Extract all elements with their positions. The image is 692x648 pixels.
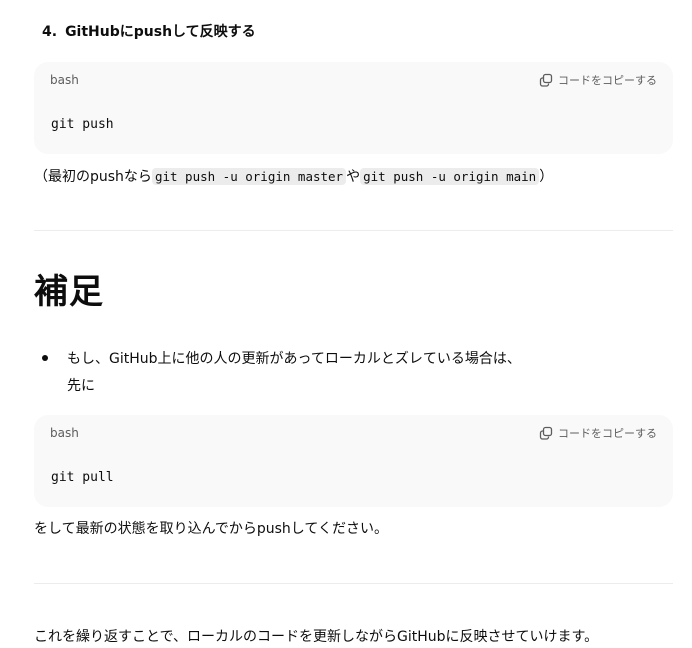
- closing-paragraph: これを繰り返すことで、ローカルのコードを更新しながらGitHubに反映させていけ…: [34, 629, 599, 645]
- after-code-paragraph: をして最新の状態を取り込んでからpushしてください。: [34, 521, 388, 537]
- code-language-label: bash: [50, 426, 79, 440]
- divider: [34, 230, 673, 231]
- section-heading: 補足: [34, 272, 104, 312]
- code-text: git pull: [51, 470, 114, 485]
- copy-code-button[interactable]: コードをコピーする: [539, 424, 657, 442]
- note-close-text: ）: [539, 169, 554, 185]
- copy-icon: [539, 426, 553, 440]
- inline-code-main: git push -u origin main: [360, 168, 540, 185]
- bullet-line-2: 先に: [67, 378, 95, 394]
- code-language-label: bash: [50, 73, 79, 87]
- code-block-push: bash コードをコピーする git push: [34, 62, 673, 154]
- note-open-text: （最初のpushなら: [34, 169, 152, 185]
- note-mid-text: や: [346, 169, 361, 185]
- copy-code-button[interactable]: コードをコピーする: [539, 71, 657, 89]
- divider: [34, 583, 673, 584]
- step-heading: 4. GitHubにpushして反映する: [42, 21, 256, 43]
- copy-code-label: コードをコピーする: [558, 74, 657, 87]
- code-text: git push: [51, 117, 114, 132]
- step-title: GitHubにpushして反映する: [65, 24, 256, 40]
- first-push-note: （最初のpushなら git push -u origin master や git …: [34, 166, 553, 188]
- bullet-marker: [42, 355, 48, 361]
- inline-code-master: git push -u origin master: [151, 168, 347, 185]
- bullet-item: もし、GitHub上に他の人の更新があってローカルとズレている場合は、 先に: [67, 346, 521, 400]
- copy-code-label: コードをコピーする: [558, 427, 657, 440]
- step-number: 4.: [42, 24, 58, 40]
- bullet-line-1: もし、GitHub上に他の人の更新があってローカルとズレている場合は、: [67, 351, 521, 367]
- copy-icon: [539, 73, 553, 87]
- code-block-pull: bash コードをコピーする git pull: [34, 415, 673, 507]
